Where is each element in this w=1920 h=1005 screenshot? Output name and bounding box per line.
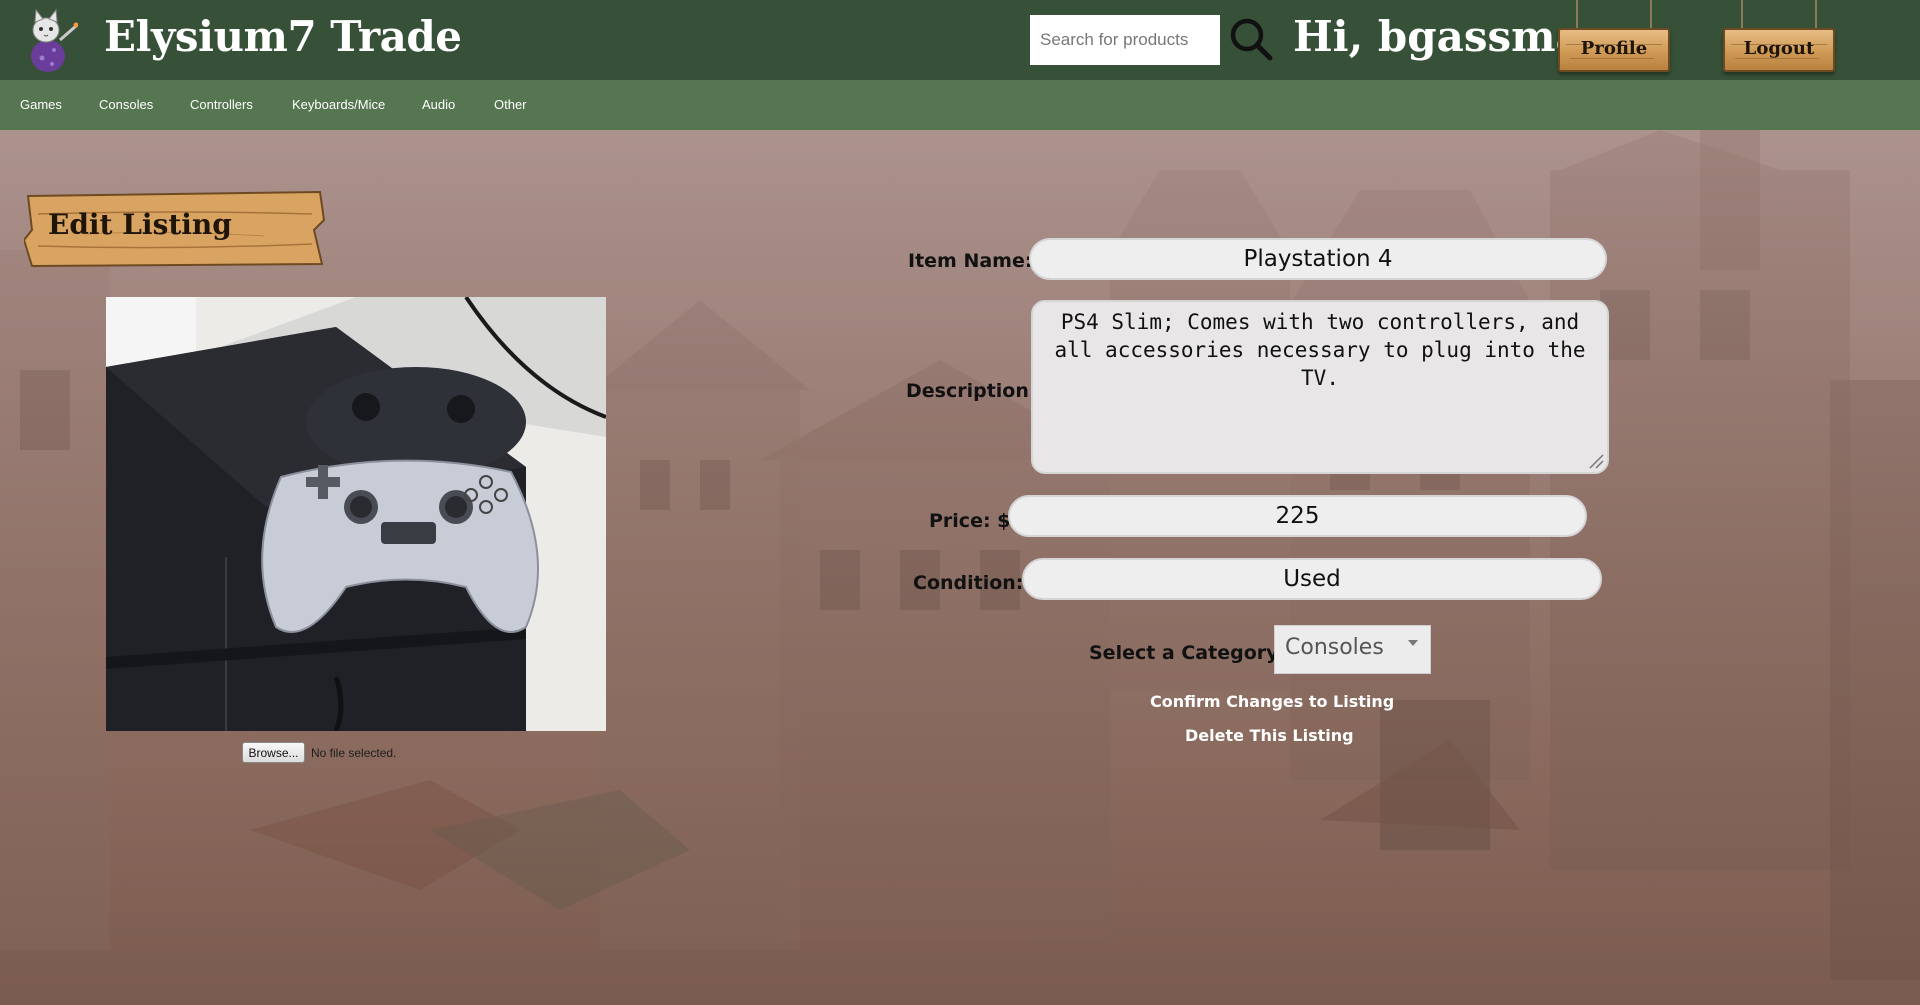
description-text: PS4 Slim; Comes with two controllers, an… (1054, 310, 1586, 390)
description-label: Description: (906, 380, 1037, 402)
browse-file-button[interactable]: Browse... (242, 742, 305, 763)
logout-button[interactable]: Logout (1723, 0, 1835, 76)
nav-item-keyboards-mice[interactable]: Keyboards/Mice (292, 97, 385, 112)
category-nav: Games Consoles Controllers Keyboards/Mic… (0, 80, 1920, 130)
file-status-text: No file selected. (311, 746, 397, 760)
confirm-changes-button[interactable]: Confirm Changes to Listing (1150, 692, 1394, 711)
condition-input[interactable] (1022, 558, 1602, 600)
delete-listing-button[interactable]: Delete This Listing (1185, 726, 1354, 745)
rope-decoration (1815, 0, 1817, 30)
nav-item-consoles[interactable]: Consoles (99, 97, 153, 112)
kitten-wizard-logo-icon[interactable] (22, 6, 78, 74)
edit-listing-sign: Edit Listing (24, 190, 326, 268)
nav-item-other[interactable]: Other (494, 97, 527, 112)
logout-button-label: Logout (1743, 38, 1815, 59)
price-input[interactable] (1008, 495, 1587, 537)
item-name-label: Item Name: (908, 250, 1033, 272)
profile-button[interactable]: Profile (1558, 0, 1670, 76)
profile-button-label: Profile (1580, 38, 1648, 59)
main-content: Edit Listing Browse... No file selected.… (0, 130, 1920, 1005)
category-selected-value: Consoles (1285, 635, 1384, 660)
search-input[interactable] (1030, 15, 1220, 65)
category-label: Select a Category: (1089, 642, 1287, 664)
site-header: Elysium7 Trade Hi, bgassman Profile Logo… (0, 0, 1920, 80)
resize-grip-icon[interactable] (1588, 453, 1604, 469)
description-textarea[interactable]: PS4 Slim; Comes with two controllers, an… (1031, 300, 1609, 474)
category-select[interactable]: Consoles (1274, 625, 1431, 674)
rope-decoration (1741, 0, 1743, 30)
item-name-input[interactable] (1029, 238, 1607, 280)
nav-item-controllers[interactable]: Controllers (190, 97, 253, 112)
rope-decoration (1576, 0, 1578, 30)
condition-label: Condition: (913, 572, 1024, 594)
rope-decoration (1650, 0, 1652, 30)
chevron-down-icon (1408, 640, 1418, 646)
price-label: Price: $ (929, 510, 1011, 532)
nav-item-audio[interactable]: Audio (422, 97, 455, 112)
nav-item-games[interactable]: Games (20, 97, 62, 112)
search-icon[interactable] (1228, 16, 1274, 62)
product-photo-image (106, 297, 606, 731)
site-title[interactable]: Elysium7 Trade (104, 12, 462, 61)
page-title: Edit Listing (48, 208, 232, 241)
